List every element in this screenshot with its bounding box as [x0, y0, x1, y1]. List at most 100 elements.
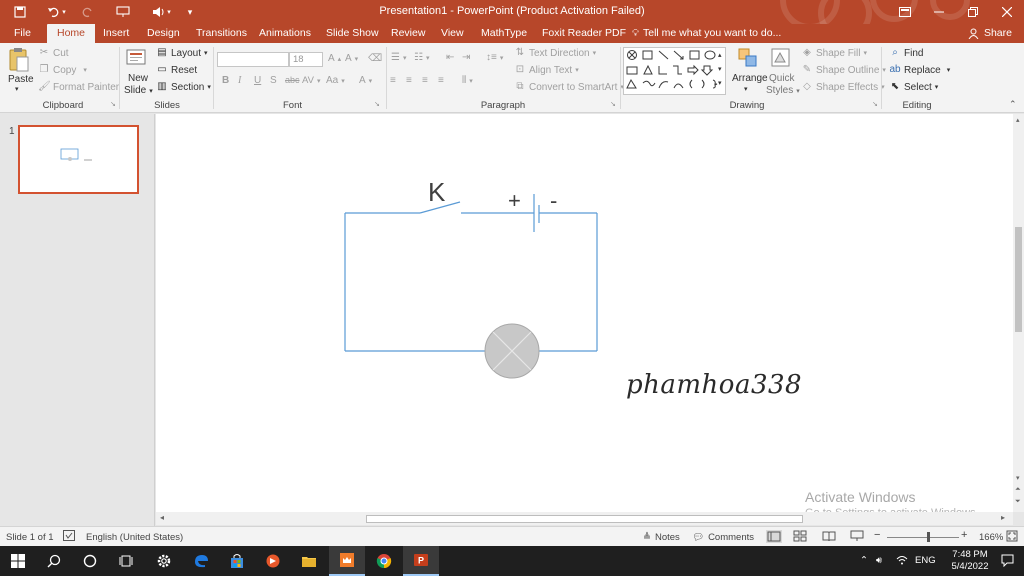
- horizontal-scrollbar[interactable]: ◂ ▸: [156, 512, 1013, 525]
- tab-review[interactable]: Review: [391, 24, 425, 43]
- justify-icon[interactable]: ≡: [438, 75, 444, 86]
- clear-formatting-icon[interactable]: ⌫: [368, 53, 382, 64]
- replace-button[interactable]: ab Replace ▾: [889, 64, 950, 76]
- font-color-button[interactable]: A ▾: [359, 75, 372, 86]
- tab-animations[interactable]: Animations: [259, 24, 311, 43]
- tab-foxit-reader-pdf[interactable]: Foxit Reader PDF: [542, 24, 626, 43]
- vertical-scroll-thumb[interactable]: [1015, 227, 1022, 332]
- new-slide-icon[interactable]: [126, 47, 148, 69]
- taskbar-app-icon[interactable]: [329, 546, 365, 576]
- tell-me-box[interactable]: 💡︎ Tell me what you want to do...: [632, 24, 781, 43]
- tab-mathtype[interactable]: MathType: [481, 24, 527, 43]
- windows-start-icon[interactable]: [0, 546, 36, 576]
- align-text-button[interactable]: ⊡ Align Text ▾: [514, 64, 579, 76]
- slide-thumbnail[interactable]: [18, 125, 139, 194]
- reset-button[interactable]: ▭ Reset: [156, 64, 197, 76]
- numbering-icon[interactable]: ☷ ▾: [414, 52, 429, 63]
- decrease-font-icon[interactable]: A ▾: [345, 53, 358, 64]
- app-icon[interactable]: [255, 546, 291, 576]
- arrange-icon[interactable]: [737, 47, 759, 69]
- scroll-down-icon[interactable]: ▾: [1016, 474, 1020, 482]
- drawing-launcher-icon[interactable]: ↘: [872, 100, 878, 108]
- scroll-left-icon[interactable]: ◂: [160, 513, 164, 522]
- vertical-scrollbar[interactable]: ▴ ▾ ⏶ ⏷: [1013, 114, 1024, 512]
- slide-canvas[interactable]: K + - phamhoa338: [156, 114, 1013, 512]
- character-spacing-button[interactable]: AV ▾: [302, 75, 320, 86]
- tab-view[interactable]: View: [441, 24, 464, 43]
- copy-button[interactable]: ❐ Copy ▾: [38, 64, 87, 76]
- format-painter-button[interactable]: 🖌︎ Format Painter: [38, 81, 119, 93]
- spell-check-icon[interactable]: [63, 530, 75, 544]
- ribbon-display-icon[interactable]: [888, 0, 922, 24]
- powerpoint-icon[interactable]: P: [403, 546, 439, 576]
- zoom-out-icon[interactable]: −: [874, 529, 880, 541]
- new-slide-label-2[interactable]: Slide ▾: [124, 85, 153, 96]
- decrease-indent-icon[interactable]: ⇤: [446, 52, 454, 63]
- gallery-more-icon[interactable]: ▾: [718, 79, 722, 87]
- normal-view-icon[interactable]: [766, 530, 782, 543]
- reading-view-icon[interactable]: [822, 530, 836, 545]
- increase-indent-icon[interactable]: ⇥: [462, 52, 470, 63]
- zoom-level[interactable]: 166%: [979, 532, 1003, 543]
- comments-button[interactable]: 💬︎ Comments: [692, 532, 754, 543]
- clock[interactable]: 7:48 PM 5/4/2022: [950, 549, 990, 573]
- share-button[interactable]: Share: [968, 24, 1012, 43]
- quick-styles-icon[interactable]: [770, 47, 792, 69]
- zoom-in-icon[interactable]: +: [961, 529, 967, 541]
- arrange-button[interactable]: Arrange: [732, 73, 768, 84]
- arrange-dropdown-icon[interactable]: ▾: [744, 85, 748, 93]
- text-direction-button[interactable]: ⇅ Text Direction ▾: [514, 47, 596, 59]
- tab-slide-show[interactable]: Slide Show: [326, 24, 379, 43]
- align-right-icon[interactable]: ≡: [422, 75, 428, 86]
- paragraph-launcher-icon[interactable]: ↘: [610, 100, 616, 108]
- notes-button[interactable]: ≜ Notes: [643, 532, 680, 543]
- previous-slide-icon[interactable]: ⏶: [1015, 486, 1021, 494]
- paste-button[interactable]: Paste: [8, 74, 34, 85]
- columns-icon[interactable]: ⫴ ▾: [462, 75, 473, 86]
- shape-effects-button[interactable]: ◇ Shape Effects ▾: [801, 81, 884, 93]
- underline-button[interactable]: U: [254, 75, 261, 86]
- scroll-up-icon[interactable]: ▴: [1016, 116, 1020, 124]
- tab-home[interactable]: Home: [47, 24, 96, 43]
- input-language[interactable]: ENG: [915, 555, 936, 566]
- minimize-icon[interactable]: [922, 0, 956, 24]
- font-size-input[interactable]: 18: [289, 52, 323, 67]
- wifi-icon[interactable]: [896, 555, 908, 568]
- cortana-icon[interactable]: [72, 546, 108, 576]
- zoom-slider-thumb[interactable]: [927, 532, 930, 542]
- quick-styles-label-2[interactable]: Styles ▾: [766, 85, 800, 96]
- line-spacing-icon[interactable]: ↕≡ ▾: [486, 52, 503, 63]
- find-button[interactable]: ⌕ Find: [889, 47, 923, 59]
- paste-icon[interactable]: [8, 47, 30, 72]
- tab-design[interactable]: Design: [147, 24, 180, 43]
- zoom-slider[interactable]: [887, 537, 959, 538]
- font-name-input[interactable]: [217, 52, 289, 67]
- horizontal-scroll-thumb[interactable]: [366, 515, 803, 523]
- show-hidden-icons[interactable]: ⌃: [860, 555, 868, 566]
- align-left-icon[interactable]: ≡: [390, 75, 396, 86]
- font-launcher-icon[interactable]: ↘: [374, 100, 380, 108]
- slide-sorter-icon[interactable]: [793, 530, 807, 545]
- settings-gear-icon[interactable]: [146, 546, 182, 576]
- gallery-down-icon[interactable]: ▾: [718, 65, 722, 73]
- bullets-icon[interactable]: ☰ ▾: [391, 52, 406, 63]
- task-view-icon[interactable]: [108, 546, 144, 576]
- strikethrough-button[interactable]: abc: [285, 75, 300, 85]
- file-explorer-icon[interactable]: [291, 546, 327, 576]
- edge-browser-icon[interactable]: [183, 546, 219, 576]
- tab-transitions[interactable]: Transitions: [196, 24, 247, 43]
- cut-button[interactable]: ✂ Cut: [38, 47, 69, 59]
- slide-show-view-icon[interactable]: [850, 530, 864, 545]
- gallery-up-icon[interactable]: ▴: [718, 51, 722, 59]
- scroll-right-icon[interactable]: ▸: [1001, 513, 1005, 522]
- quick-styles-label-1[interactable]: Quick: [769, 73, 795, 84]
- italic-button[interactable]: I: [238, 75, 241, 86]
- select-button[interactable]: ⬉ Select ▾: [889, 81, 939, 93]
- align-center-icon[interactable]: ≡: [406, 75, 412, 86]
- notifications-icon[interactable]: [1001, 554, 1014, 570]
- increase-font-icon[interactable]: A ▴: [328, 53, 341, 64]
- volume-icon[interactable]: 🔊︎: [876, 555, 882, 566]
- paste-dropdown-icon[interactable]: ▾: [15, 85, 19, 93]
- language-indicator[interactable]: English (United States): [86, 532, 183, 543]
- shape-fill-button[interactable]: ◈ Shape Fill ▾: [801, 47, 867, 59]
